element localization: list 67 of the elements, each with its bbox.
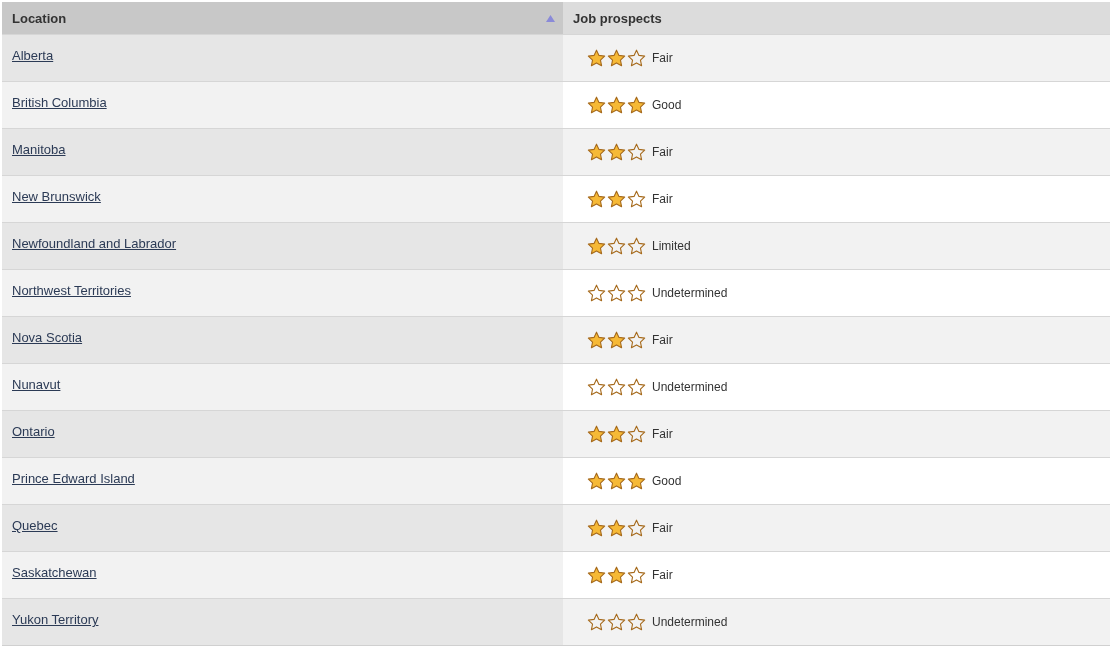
prospect-label: Undetermined <box>652 286 728 300</box>
filled-star-icon <box>607 48 626 68</box>
location-link[interactable]: Quebec <box>12 518 58 533</box>
empty-star-icon <box>587 283 606 303</box>
filled-star-icon <box>587 48 606 68</box>
filled-star-icon <box>607 424 626 444</box>
location-link[interactable]: Yukon Territory <box>12 612 99 627</box>
empty-star-icon <box>627 330 646 350</box>
prospect-label: Limited <box>652 239 691 253</box>
location-link[interactable]: Nova Scotia <box>12 330 83 345</box>
filled-star-icon <box>607 189 626 209</box>
filled-star-icon <box>587 424 606 444</box>
location-link[interactable]: Ontario <box>12 424 55 439</box>
filled-star-icon <box>587 95 606 115</box>
column-header[interactable]: Location <box>2 2 563 34</box>
prospect-label: Fair <box>652 427 673 441</box>
location-link[interactable]: Northwest Territories <box>12 283 131 298</box>
filled-star-icon <box>607 142 626 162</box>
prospect-label: Fair <box>652 568 673 582</box>
empty-star-icon <box>607 612 626 632</box>
empty-star-icon <box>627 142 646 162</box>
filled-star-icon <box>607 518 626 538</box>
empty-star-icon <box>607 283 626 303</box>
filled-star-icon <box>587 189 606 209</box>
location-link[interactable]: Prince Edward Island <box>12 471 135 486</box>
empty-star-icon <box>627 377 646 397</box>
location-link[interactable]: Nunavut <box>12 377 61 392</box>
empty-star-icon <box>587 612 606 632</box>
column-header[interactable]: Job prospects <box>563 2 1110 34</box>
location-link[interactable]: Newfoundland and Labrador <box>12 236 177 251</box>
location-link[interactable]: Saskatchewan <box>12 565 97 580</box>
empty-star-icon <box>627 48 646 68</box>
filled-star-icon <box>587 565 606 585</box>
filled-star-icon <box>627 471 646 491</box>
prospect-label: Fair <box>652 192 673 206</box>
prospect-label: Fair <box>652 333 673 347</box>
filled-star-icon <box>607 565 626 585</box>
filled-star-icon <box>587 471 606 491</box>
empty-star-icon <box>607 377 626 397</box>
filled-star-icon <box>587 330 606 350</box>
filled-star-icon <box>607 95 626 115</box>
location-link[interactable]: New Brunswick <box>12 189 101 204</box>
empty-star-icon <box>627 565 646 585</box>
filled-star-icon <box>587 142 606 162</box>
filled-star-icon <box>587 518 606 538</box>
filled-star-icon <box>587 236 606 256</box>
prospect-label: Good <box>652 98 682 112</box>
empty-star-icon <box>627 424 646 444</box>
prospect-label: Fair <box>652 51 673 65</box>
prospect-label: Fair <box>652 521 673 535</box>
empty-star-icon <box>627 283 646 303</box>
empty-star-icon <box>627 518 646 538</box>
prospect-label: Fair <box>652 145 673 159</box>
filled-star-icon <box>607 330 626 350</box>
empty-star-icon <box>607 236 626 256</box>
location-link[interactable]: Alberta <box>12 48 54 63</box>
prospect-label: Good <box>652 474 682 488</box>
empty-star-icon <box>587 377 606 397</box>
filled-star-icon <box>607 471 626 491</box>
prospect-label: Undetermined <box>652 380 728 394</box>
prospect-label: Undetermined <box>652 615 728 629</box>
empty-star-icon <box>627 236 646 256</box>
filled-star-icon <box>627 95 646 115</box>
location-link[interactable]: British Columbia <box>12 95 107 110</box>
empty-star-icon <box>627 189 646 209</box>
location-link[interactable]: Manitoba <box>12 142 66 157</box>
empty-star-icon <box>627 612 646 632</box>
